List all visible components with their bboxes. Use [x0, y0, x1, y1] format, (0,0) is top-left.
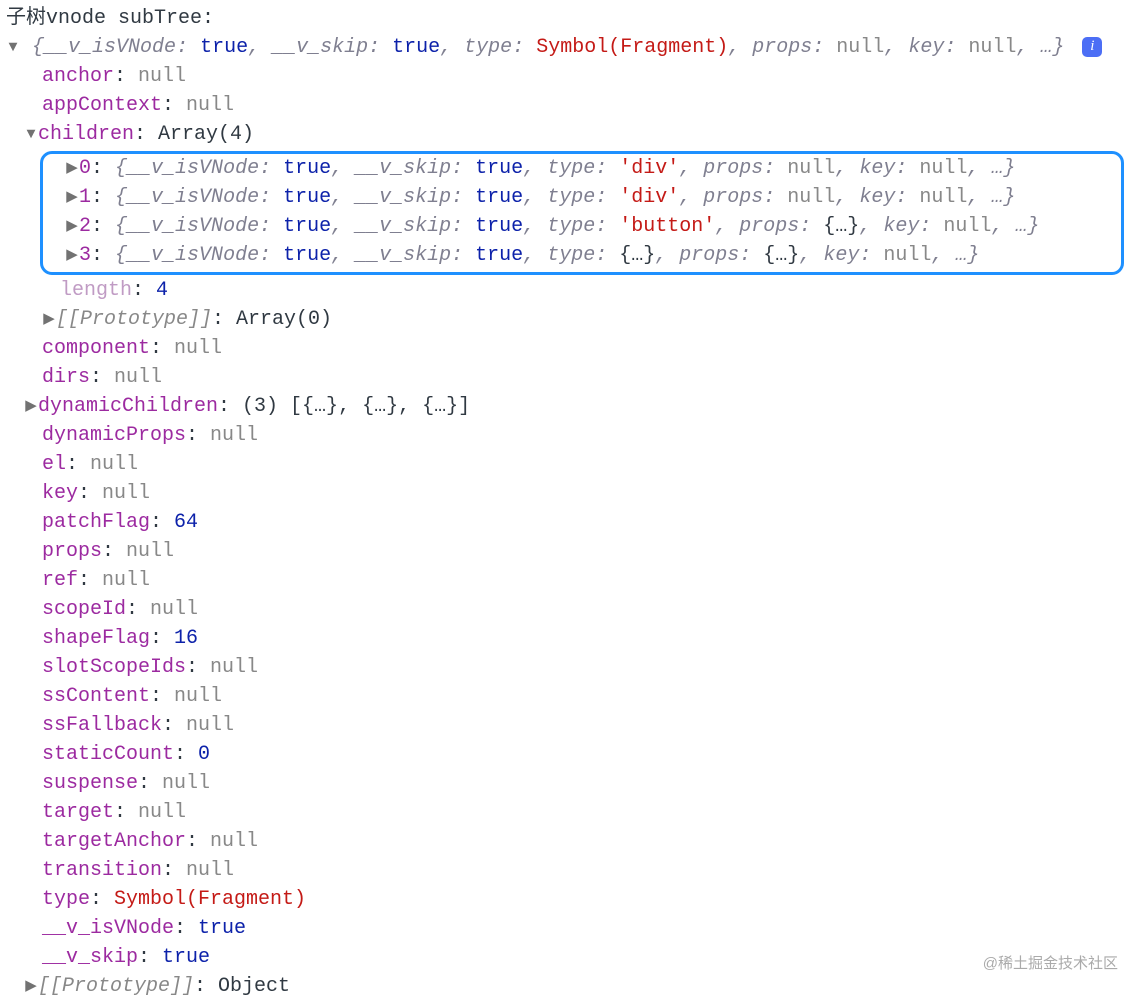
prop-ref[interactable]: ref: null [6, 566, 1124, 595]
prop-patchflag[interactable]: patchFlag: 64 [6, 508, 1124, 537]
prop-val: Object [218, 975, 290, 998]
prop-dynamicprops[interactable]: dynamicProps: null [6, 421, 1124, 450]
summary-val: null [836, 36, 884, 59]
prop-val: Array(4) [158, 123, 254, 146]
disclosure-triangle-right-icon[interactable]: ▶ [65, 249, 79, 263]
prop-anchor[interactable]: anchor: null [6, 62, 1124, 91]
summary-val: null [968, 36, 1016, 59]
prop-targetanchor[interactable]: targetAnchor: null [6, 827, 1124, 856]
summary-key: props [752, 36, 812, 59]
array-index: 3 [79, 244, 91, 267]
prop-scopeid[interactable]: scopeId: null [6, 595, 1124, 624]
child-row-3[interactable]: ▶3: {__v_isVNode: true, __v_skip: true, … [47, 241, 1117, 270]
prop-key: children [38, 123, 134, 146]
prop-key: anchor [42, 65, 114, 88]
prop-dirs[interactable]: dirs: null [6, 363, 1124, 392]
prop-target[interactable]: target: null [6, 798, 1124, 827]
prop-key: appContext [42, 94, 162, 117]
prop-val: 4 [156, 279, 168, 302]
info-icon[interactable]: i [1082, 37, 1102, 57]
children-highlight-box: ▶0: {__v_isVNode: true, __v_skip: true, … [40, 151, 1124, 275]
prop-key: [[Prototype]] [56, 308, 212, 331]
array-index: 1 [79, 186, 91, 209]
disclosure-triangle-down-icon[interactable]: ▼ [24, 128, 38, 142]
disclosure-triangle-right-icon[interactable]: ▶ [65, 220, 79, 234]
prop-prototype-object[interactable]: ▶[[Prototype]]: Object [6, 972, 1124, 1001]
prop-key[interactable]: key: null [6, 479, 1124, 508]
prop-staticcount[interactable]: staticCount: 0 [6, 740, 1124, 769]
prop-prototype-array[interactable]: ▶[[Prototype]]: Array(0) [6, 305, 1124, 334]
child-row-2[interactable]: ▶2: {__v_isVNode: true, __v_skip: true, … [47, 212, 1117, 241]
log-title: 子树vnode subTree: [6, 4, 1124, 33]
prop-appcontext[interactable]: appContext: null [6, 91, 1124, 120]
prop-v-isvnode[interactable]: __v_isVNode: true [6, 914, 1124, 943]
prop-val: null [186, 94, 234, 117]
watermark: @稀土掘金技术社区 [983, 953, 1118, 975]
summary-key: type [464, 36, 512, 59]
prop-key: [[Prototype]] [38, 975, 194, 998]
prop-val: Array(0) [236, 308, 332, 331]
summary-key: key [908, 36, 944, 59]
summary-val: Symbol(Fragment) [536, 36, 728, 59]
prop-key: length [60, 279, 132, 302]
prop-type[interactable]: type: Symbol(Fragment) [6, 885, 1124, 914]
title-text: 子树vnode subTree: [6, 7, 214, 30]
prop-children[interactable]: ▼children: Array(4) [6, 120, 1124, 149]
prop-val: null [138, 65, 186, 88]
prop-suspense[interactable]: suspense: null [6, 769, 1124, 798]
prop-component[interactable]: component: null [6, 334, 1124, 363]
summary-tail: , …} [1016, 36, 1064, 59]
summary-val: true [392, 36, 440, 59]
disclosure-triangle-right-icon[interactable]: ▶ [24, 980, 38, 994]
prop-sscontent[interactable]: ssContent: null [6, 682, 1124, 711]
summary-val: true [200, 36, 248, 59]
prop-shapeflag[interactable]: shapeFlag: 16 [6, 624, 1124, 653]
prop-transition[interactable]: transition: null [6, 856, 1124, 885]
array-index: 2 [79, 215, 91, 238]
disclosure-triangle-down-icon[interactable]: ▼ [6, 41, 20, 55]
disclosure-triangle-right-icon[interactable]: ▶ [65, 162, 79, 176]
summary-key: __v_skip [272, 36, 368, 59]
prop-ssfallback[interactable]: ssFallback: null [6, 711, 1124, 740]
prop-dynamicchildren[interactable]: ▶dynamicChildren: (3) [{…}, {…}, {…}] [6, 392, 1124, 421]
object-summary-row[interactable]: ▼ {__v_isVNode: true, __v_skip: true, ty… [6, 33, 1124, 62]
child-row-1[interactable]: ▶1: {__v_isVNode: true, __v_skip: true, … [47, 183, 1117, 212]
prop-v-skip[interactable]: __v_skip: true [6, 943, 1124, 972]
summary-key: __v_isVNode [44, 36, 176, 59]
child-row-0[interactable]: ▶0: {__v_isVNode: true, __v_skip: true, … [47, 154, 1117, 183]
prop-length[interactable]: length: 4 [6, 276, 1124, 305]
disclosure-triangle-right-icon[interactable]: ▶ [65, 191, 79, 205]
prop-el[interactable]: el: null [6, 450, 1124, 479]
prop-slotscopeids[interactable]: slotScopeIds: null [6, 653, 1124, 682]
disclosure-triangle-right-icon[interactable]: ▶ [42, 313, 56, 327]
array-index: 0 [79, 157, 91, 180]
prop-props[interactable]: props: null [6, 537, 1124, 566]
disclosure-triangle-right-icon[interactable]: ▶ [24, 400, 38, 414]
